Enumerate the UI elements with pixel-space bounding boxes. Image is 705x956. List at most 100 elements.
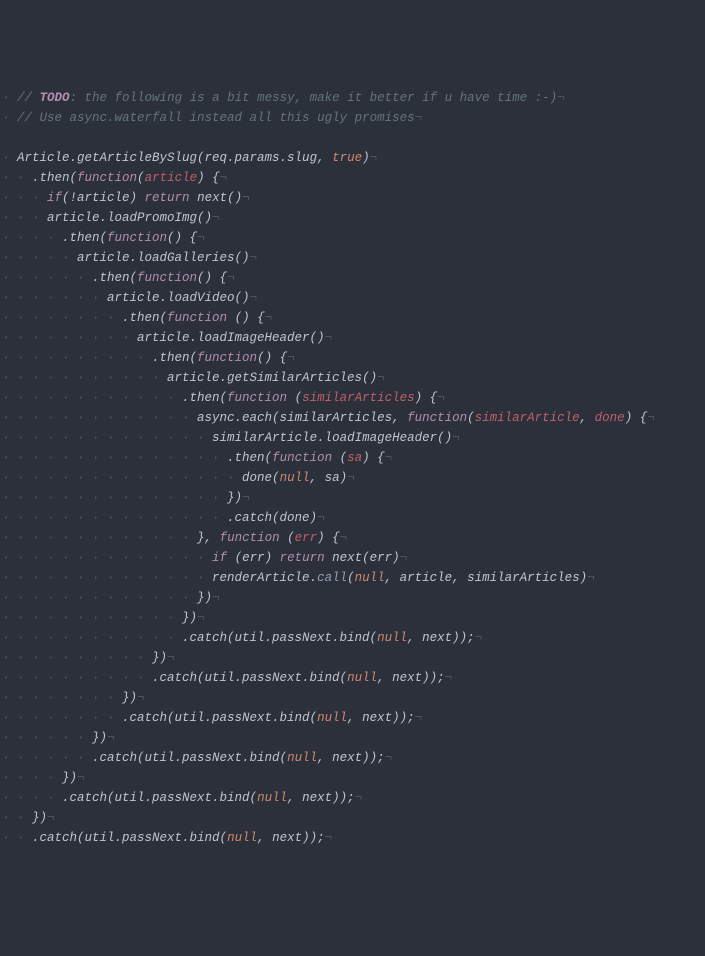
token-p: .catch(util.passNext.bind(: [122, 711, 317, 725]
token-p: }): [197, 591, 212, 605]
code-line: · · · · · · · · · · · · · · renderArticl…: [2, 568, 703, 588]
token-comment: // Use async.waterfall instead all this …: [17, 111, 415, 125]
code-line: · · · · · · })¬: [2, 728, 703, 748]
indent-guides: · · · · · · · · · · · · · ·: [2, 431, 212, 445]
token-p: article.loadImageHeader(): [137, 331, 325, 345]
token-p: article.loadVideo(): [107, 291, 250, 305]
token-invis: ¬: [370, 151, 378, 165]
code-line: · · · · · · · · · · · · · · · · done(nul…: [2, 468, 703, 488]
token-invis: ¬: [445, 671, 453, 685]
token-invis: ¬: [242, 191, 250, 205]
token-p: article.loadGalleries(): [77, 251, 250, 265]
indent-guides: · · · · · · · · · ·: [2, 671, 152, 685]
token-p: , next));: [407, 631, 475, 645]
indent-guides: · · · · · · · · · · · · ·: [2, 591, 197, 605]
token-kw: if: [212, 551, 227, 565]
token-invis: ¬: [437, 391, 445, 405]
code-line: · · · · · · · · · · · · · async.each(sim…: [2, 408, 703, 428]
token-p: () {: [257, 351, 287, 365]
indent-guides: · · · · ·: [2, 251, 77, 265]
token-kw: return: [145, 191, 190, 205]
code-line: · · · if(!article) return next()¬: [2, 188, 703, 208]
code-line: · Article.getArticleBySlug(req.params.sl…: [2, 148, 703, 168]
code-line: · · · · · · · · · · · · .catch(util.pass…: [2, 628, 703, 648]
token-p: renderArticle.: [212, 571, 317, 585]
code-line: · · · · · article.loadGalleries()¬: [2, 248, 703, 268]
token-comment: //: [17, 91, 40, 105]
token-p: .catch(util.passNext.bind(: [62, 791, 257, 805]
indent-guides: · ·: [2, 811, 32, 825]
indent-guides: ·: [2, 91, 17, 105]
token-p: (: [287, 391, 302, 405]
token-p: ) {: [197, 171, 220, 185]
code-line: · · · · · · · · })¬: [2, 688, 703, 708]
code-line: · · · · · · · · · · .catch(util.passNext…: [2, 668, 703, 688]
indent-guides: · · · · · · · · · · · · · · ·: [2, 511, 227, 525]
token-invis: ¬: [265, 311, 273, 325]
token-p: ) {: [362, 451, 385, 465]
token-p: .then(: [62, 231, 107, 245]
code-line: · · · · · · · · · · · · · · · .then(func…: [2, 448, 703, 468]
code-line: · · · · · · · · · article.loadImageHeade…: [2, 328, 703, 348]
code-line: · · · · · · · article.loadVideo()¬: [2, 288, 703, 308]
token-invis: ¬: [250, 291, 258, 305]
indent-guides: · · · · · · ·: [2, 291, 107, 305]
token-fnk: function: [407, 411, 467, 425]
token-fn: sa: [347, 451, 362, 465]
token-p: (: [332, 451, 347, 465]
token-fnk: function: [137, 271, 197, 285]
code-line: · · · · · · · · · · · article.getSimilar…: [2, 368, 703, 388]
token-p: article.getSimilarArticles(): [167, 371, 377, 385]
token-p: done(: [242, 471, 280, 485]
token-fnk: function: [77, 171, 137, 185]
code-block: · // TODO: the following is a bit messy,…: [2, 88, 703, 848]
token-invis: ¬: [400, 551, 408, 565]
token-null: null: [227, 831, 257, 845]
token-p: , next));: [257, 831, 325, 845]
code-line: · · · · · · .then(function() {¬: [2, 268, 703, 288]
code-line: · · })¬: [2, 808, 703, 828]
token-invis: ¬: [197, 611, 205, 625]
token-p: }): [92, 731, 107, 745]
token-invis: ¬: [242, 491, 250, 505]
token-invis: ¬: [212, 211, 220, 225]
token-p: .then(: [122, 311, 167, 325]
indent-guides: · · · · · · · ·: [2, 311, 122, 325]
token-invis: ¬: [415, 711, 423, 725]
indent-guides: · · · · · · · · · · · · ·: [2, 411, 197, 425]
indent-guides: · · · ·: [2, 791, 62, 805]
token-p: , next));: [317, 751, 385, 765]
token-p: async.each(similarArticles,: [197, 411, 407, 425]
token-invis: ¬: [227, 271, 235, 285]
token-invis: ¬: [325, 331, 333, 345]
indent-guides: · ·: [2, 831, 32, 845]
token-p: similarArticle.loadImageHeader(): [212, 431, 452, 445]
code-line: · · · · · · · · · · · · · · similarArtic…: [2, 428, 703, 448]
token-fnk: function: [197, 351, 257, 365]
token-invis: ¬: [415, 111, 423, 125]
token-invis: ¬: [347, 471, 355, 485]
indent-guides: · · · · · ·: [2, 271, 92, 285]
token-null: null: [317, 711, 347, 725]
indent-guides: · · · · · · · · · ·: [2, 351, 152, 365]
indent-guides: · · · · · · · · · · ·: [2, 371, 167, 385]
code-line: · · · article.loadPromoImg()¬: [2, 208, 703, 228]
token-invis: ¬: [250, 251, 258, 265]
code-line: · · · · .catch(util.passNext.bind(null, …: [2, 788, 703, 808]
token-p: .catch(util.passNext.bind(: [182, 631, 377, 645]
token-kw: if: [47, 191, 62, 205]
token-p: .catch(done): [227, 511, 317, 525]
token-invis: ¬: [475, 631, 483, 645]
token-null: null: [257, 791, 287, 805]
token-p: ) {: [415, 391, 438, 405]
token-p: , article, similarArticles): [385, 571, 588, 585]
token-invis: ¬: [317, 511, 325, 525]
indent-guides: · · · · · ·: [2, 731, 92, 745]
code-line: · · · · · · · · · · })¬: [2, 648, 703, 668]
code-line: · // Use async.waterfall instead all thi…: [2, 108, 703, 128]
indent-guides: · · · ·: [2, 231, 62, 245]
indent-guides: · · · · · · · · · · · · · ·: [2, 571, 212, 585]
token-p: (: [347, 571, 355, 585]
token-comment: : the following is a bit messy, make it …: [70, 91, 558, 105]
token-invis: ¬: [385, 451, 393, 465]
